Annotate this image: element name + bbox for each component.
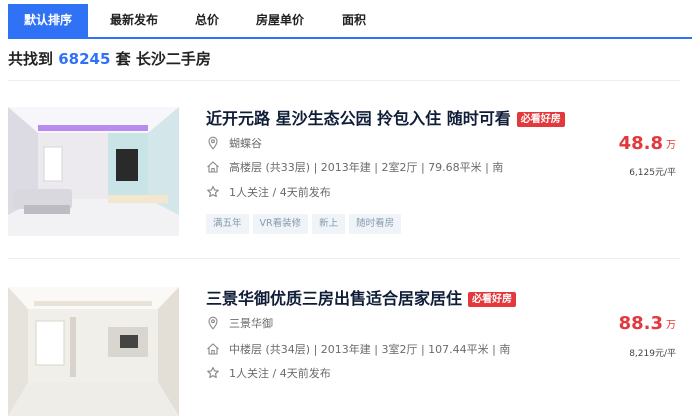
total-price: 48.8 万 <box>619 133 676 154</box>
tab-unit-price[interactable]: 房屋单价 <box>256 4 304 37</box>
house-icon <box>206 342 220 356</box>
listing-tags: 满五年 VR看装修 新上 随时看房 <box>206 211 405 234</box>
location-pin-icon <box>206 136 220 150</box>
tag-new: 新上 <box>312 214 346 234</box>
tab-default-sort[interactable]: 默认排序 <box>8 4 88 37</box>
total-price: 88.3 万 <box>619 313 676 334</box>
follow-row: 1人关注 / 4天前发布 <box>206 185 331 201</box>
divider <box>8 80 680 81</box>
listing-title-text[interactable]: 三景华御优质三房出售适合居家居住 <box>206 289 462 308</box>
community-name[interactable]: 蝴蝶谷 <box>229 137 262 150</box>
tag-vr-decoration: VR看装修 <box>252 214 309 234</box>
divider <box>8 258 680 259</box>
total-price-value: 88.3 <box>618 313 663 334</box>
house-info-row: 高楼层 (共33层) | 2013年建 | 2室2厅 | 79.68平米 | 南 <box>206 160 503 176</box>
house-info-row: 中楼层 (共34层) | 2013年建 | 3室2厅 | 107.44平米 | … <box>206 342 510 358</box>
location-pin-icon <box>206 316 220 330</box>
total-price-unit: 万 <box>666 140 676 151</box>
summary-suffix: 套 长沙二手房 <box>115 50 211 68</box>
total-price-value: 48.8 <box>618 133 663 154</box>
community-row: 三景华御 <box>206 316 273 332</box>
sort-tabs: 默认排序 最新发布 总价 房屋单价 面积 <box>8 4 692 39</box>
tag-anytime-viewing: 随时看房 <box>349 214 402 234</box>
follow-info: 1人关注 / 4天前发布 <box>229 186 331 199</box>
living-room-photo <box>8 107 179 236</box>
must-see-badge: 必看好房 <box>468 292 517 307</box>
house-icon <box>206 160 220 174</box>
listing-title-text[interactable]: 近开元路 星沙生态公园 拎包入住 随时可看 <box>206 109 511 128</box>
listing-photo[interactable] <box>8 107 179 236</box>
living-room-photo <box>8 287 179 416</box>
listing-title[interactable]: 近开元路 星沙生态公园 拎包入住 随时可看 必看好房 <box>206 105 565 129</box>
tab-total-price[interactable]: 总价 <box>195 4 219 37</box>
tag-five-years: 满五年 <box>206 214 249 234</box>
must-see-badge: 必看好房 <box>516 112 565 127</box>
community-name[interactable]: 三景华御 <box>229 317 273 330</box>
listing-title[interactable]: 三景华御优质三房出售适合居家居住 必看好房 <box>206 285 517 309</box>
summary-prefix: 共找到 <box>8 50 54 68</box>
listing-photo[interactable] <box>8 287 179 416</box>
house-details: 中楼层 (共34层) | 2013年建 | 3室2厅 | 107.44平米 | … <box>229 343 511 356</box>
house-details: 高楼层 (共33层) | 2013年建 | 2室2厅 | 79.68平米 | 南 <box>229 161 504 174</box>
community-row: 蝴蝶谷 <box>206 136 262 152</box>
tab-latest[interactable]: 最新发布 <box>110 4 158 37</box>
follow-info: 1人关注 / 4天前发布 <box>229 367 331 380</box>
tab-area[interactable]: 面积 <box>342 4 366 37</box>
unit-price: 8,219元/平 <box>629 349 676 359</box>
result-summary: 共找到 68245 套 长沙二手房 <box>8 48 211 69</box>
star-icon <box>206 366 220 380</box>
result-count: 68245 <box>58 50 111 68</box>
follow-row: 1人关注 / 4天前发布 <box>206 366 331 382</box>
unit-price: 6,125元/平 <box>629 168 676 178</box>
star-icon <box>206 185 220 199</box>
total-price-unit: 万 <box>666 320 676 331</box>
